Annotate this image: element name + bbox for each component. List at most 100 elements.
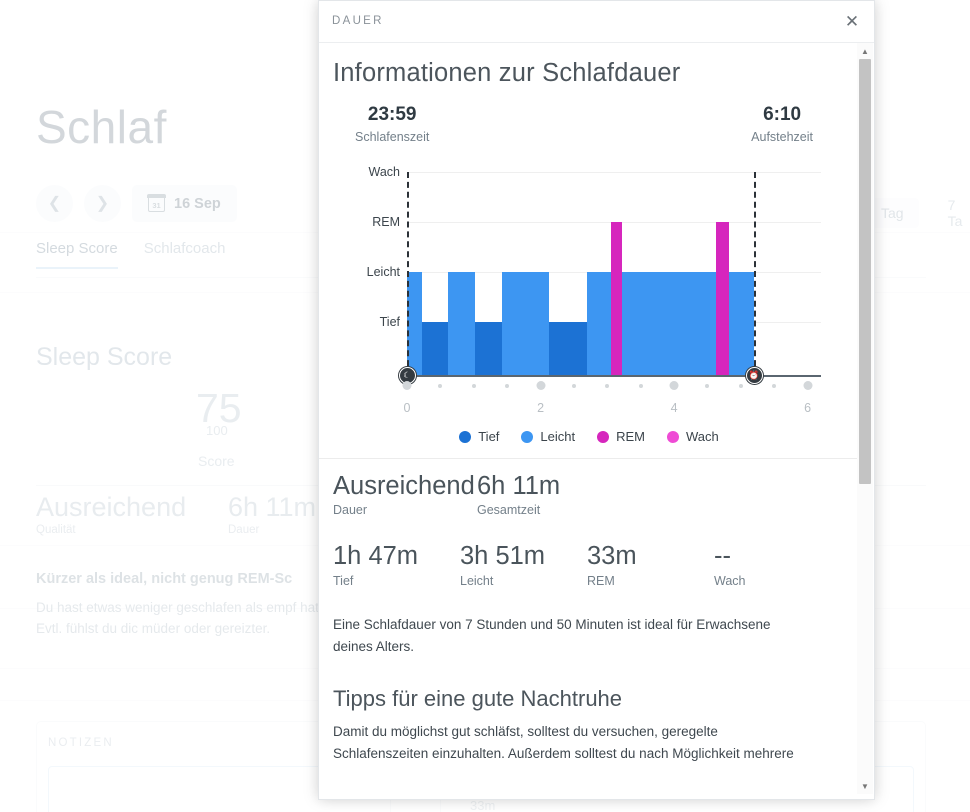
bedtime-label: Schlafenszeit (355, 130, 430, 144)
chart-bar-leicht (587, 272, 611, 375)
stat-rem-value: 33m (587, 541, 637, 570)
modal-heading: Informationen zur Schlafdauer (333, 59, 681, 87)
chevron-left-icon[interactable]: ❮ (36, 185, 73, 222)
x-axis-dot (536, 381, 546, 390)
modal-header: DAUER ✕ (319, 1, 874, 43)
chevron-right-icon[interactable]: ❯ (84, 185, 121, 222)
close-icon[interactable]: ✕ (840, 9, 864, 33)
advice-heading: Kürzer als ideal, nicht genug REM-Sc (36, 571, 293, 587)
x-axis-tick-2: 2 (537, 401, 545, 415)
legend-item-rem[interactable]: REM (597, 429, 645, 444)
quality-value: Ausreichend (36, 492, 187, 522)
legend-label-tief: Tief (478, 429, 500, 444)
summary-total-label: Gesamtzeit (477, 502, 541, 517)
legend-dot-wach (667, 430, 680, 443)
modal-scrollbar[interactable]: ▲ ▼ (857, 43, 873, 794)
summary-quality-value: Ausreichend (333, 472, 475, 500)
stat-leicht-label: Leicht (460, 573, 494, 588)
stat-tief-label: Tief (333, 573, 354, 588)
x-axis-dot (705, 383, 710, 388)
chart-legend: Tief Leicht REM Wach (333, 429, 845, 444)
tips-text: Damit du möglichst gut schläfst, solltes… (333, 723, 794, 761)
x-axis-dot (505, 383, 510, 388)
wakeup-value: 6:10 (763, 104, 802, 125)
page-title: Schlaf (36, 101, 167, 153)
tab-schlafcoach[interactable]: Schlafcoach (144, 240, 226, 269)
legend-dot-tief (459, 430, 472, 443)
summary-total-value: 6h 11m (477, 472, 561, 500)
notes-heading: NOTIZEN (48, 737, 114, 749)
x-axis-dot (738, 383, 743, 388)
sleep-times: 23:59 Schlafenszeit 6:10 Aufstehzeit (333, 104, 845, 158)
tab-sleep-score[interactable]: Sleep Score (36, 240, 118, 269)
date-navigation: ❮ ❯ 31 16 Sep (36, 185, 237, 222)
x-axis-dot (772, 383, 777, 388)
y-axis-label-rem: REM (372, 215, 400, 229)
chart-end-marker-line (754, 172, 757, 376)
stat-leicht-value: 3h 51m (460, 541, 546, 570)
y-axis-label-leicht: Leicht (366, 265, 400, 279)
legend-label-leicht: Leicht (540, 429, 576, 444)
sleep-score-max: 100 (206, 423, 228, 438)
bedtime-value: 23:59 (367, 104, 417, 125)
x-axis-tick-4: 4 (670, 401, 678, 415)
legend-item-tief[interactable]: Tief (459, 429, 499, 444)
scrollbar-thumb[interactable] (859, 59, 871, 484)
summary-row: Ausreichend Dauer 6h 11m Gesamtzeit (333, 473, 845, 517)
stat-tief: 1h 47m Tief (333, 542, 460, 588)
date-label: 16 Sep (174, 195, 221, 212)
chart-bar-leicht (622, 272, 717, 375)
modal-body: Informationen zur Schlafdauer 23:59 Schl… (319, 43, 859, 799)
legend-item-leicht[interactable]: Leicht (521, 429, 575, 444)
sleep-stage-chart: Wach REM Leicht Tief ☾ ⏰ (333, 164, 845, 384)
x-axis-dot (471, 383, 476, 388)
sleep-score-heading: Sleep Score (36, 343, 173, 371)
chart-bar-leicht (501, 272, 549, 375)
caret-down-icon[interactable]: ▼ (857, 778, 873, 794)
chart-bar-leicht (448, 272, 476, 375)
range-tabs: Tag 7 Ta (866, 190, 970, 236)
chart-bar-rem (610, 222, 622, 375)
x-axis-dot (438, 383, 443, 388)
chart-bar-leicht (728, 272, 755, 375)
y-axis-label-wach: Wach (368, 165, 401, 179)
x-axis-dot (571, 383, 576, 388)
chart-plot-area: Wach REM Leicht Tief ☾ ⏰ (367, 165, 821, 384)
sleep-score-label: Score (198, 453, 235, 469)
modal-eyebrow: DAUER (332, 15, 384, 27)
stat-wach: -- Wach (714, 541, 841, 588)
calendar-icon: 31 (147, 194, 166, 212)
stat-wach-value: -- (714, 541, 731, 570)
legend-item-wach[interactable]: Wach (667, 429, 719, 444)
legend-label-wach: Wach (686, 429, 719, 444)
x-axis-tick-0: 0 (403, 401, 411, 415)
x-axis-dot (669, 381, 679, 390)
chart-bar-rem (716, 222, 729, 375)
sleep-duration-modal: DAUER ✕ Informationen zur Schlafdauer 23… (318, 0, 875, 800)
summary-divider (319, 458, 859, 459)
chart-bar-leicht (407, 272, 422, 375)
chart-start-marker-line (407, 172, 409, 376)
chart-gridline (407, 172, 821, 173)
legend-label-rem: REM (616, 429, 646, 444)
duration-label: Dauer (228, 524, 260, 536)
range-tab-week[interactable]: 7 Ta (933, 190, 970, 236)
wakeup-label: Aufstehzeit (751, 130, 813, 144)
x-axis-dot (605, 383, 610, 388)
stat-rem: 33m REM (587, 541, 714, 588)
tips-heading: Tipps für eine gute Nachtruhe (333, 685, 623, 711)
chart-bar-tief (548, 322, 588, 375)
background-tabs: Sleep Score Schlafcoach (36, 240, 225, 269)
stat-rem-label: REM (587, 573, 615, 588)
chart-bar-tief (421, 322, 449, 375)
stat-wach-label: Wach (714, 573, 746, 588)
date-picker-button[interactable]: 31 16 Sep (132, 185, 237, 222)
x-axis-dot (638, 383, 643, 388)
y-axis-label-tief: Tief (379, 315, 400, 329)
legend-dot-leicht (521, 430, 534, 443)
chart-x-axis: 0 2 4 6 (333, 381, 845, 425)
stage-stats: 1h 47m Tief 3h 51m Leicht 33m REM -- Wac… (333, 541, 845, 588)
chart-bar-tief (475, 322, 502, 375)
caret-up-icon[interactable]: ▲ (857, 43, 873, 59)
summary-quality-label: Dauer (333, 502, 368, 517)
